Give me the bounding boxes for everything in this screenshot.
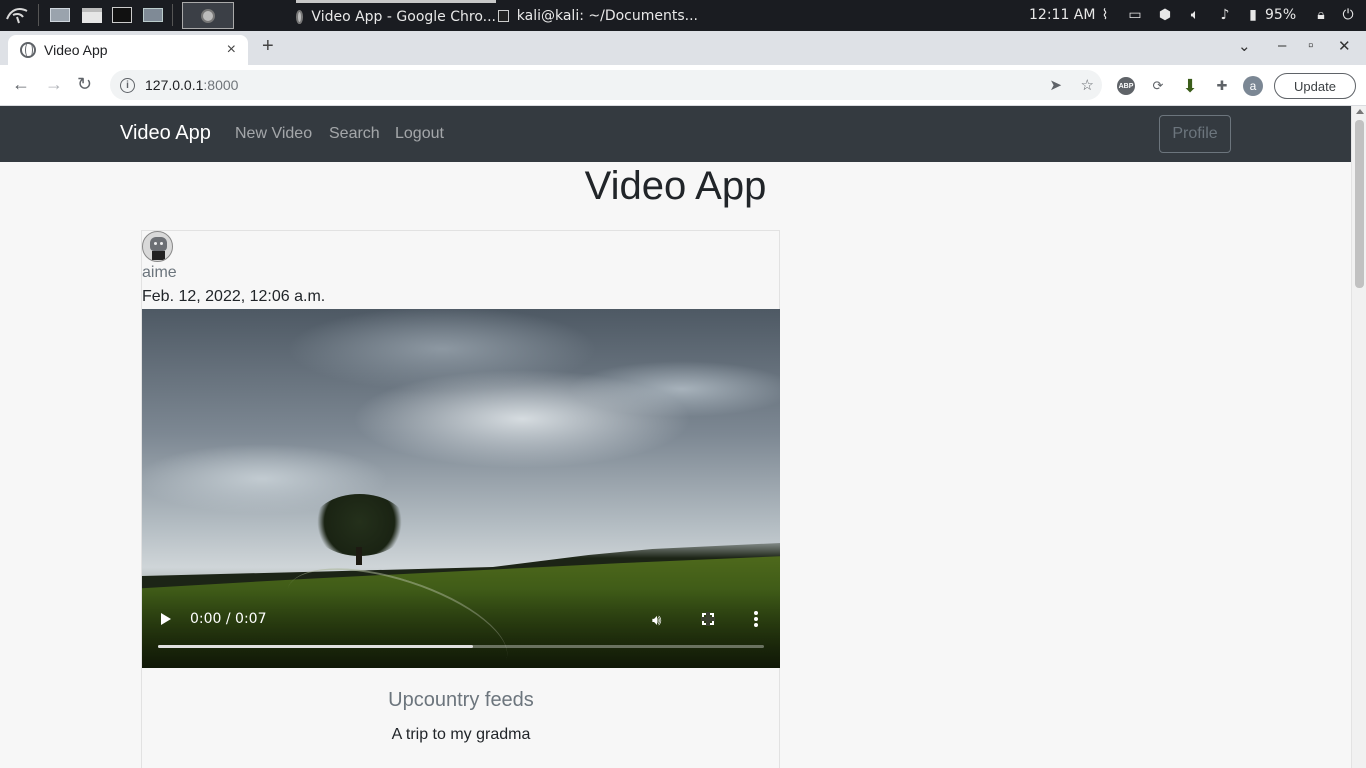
video-description: A trip to my gradma	[391, 726, 531, 743]
scroll-up-icon[interactable]	[1356, 109, 1364, 114]
more-options-icon[interactable]	[754, 611, 758, 629]
os-taskbar: Video App - Google Chro... kali@kali: ~/…	[0, 0, 1366, 31]
taskbar-separator	[172, 4, 173, 26]
nav-link-logout[interactable]: Logout	[395, 125, 444, 143]
forward-icon[interactable]: →	[45, 74, 63, 95]
site-info-icon[interactable]: i	[120, 77, 135, 93]
page-scrollbar[interactable]	[1351, 106, 1366, 768]
video-title: Upcountry feeds	[388, 689, 534, 711]
video-player[interactable]: 0:00 / 0:07 🔊︎	[142, 309, 780, 668]
nav-link-search[interactable]: Search	[329, 125, 380, 143]
video-post-card: aime Feb. 12, 2022, 12:06 a.m. 0:00 / 0:…	[141, 230, 780, 768]
page-title: Video App	[0, 164, 1351, 209]
lock-icon[interactable]: 🔒︎	[1313, 7, 1329, 23]
send-icon[interactable]: ➤	[1049, 76, 1062, 94]
play-icon[interactable]	[161, 613, 171, 625]
sync-extension-icon[interactable]: ⟳	[1148, 76, 1168, 96]
taskbar-item-chrome[interactable]: Video App - Google Chro...	[296, 0, 496, 31]
close-window-icon[interactable]: ✕	[1338, 37, 1351, 55]
page-viewport: Video App New Video Search Logout Profil…	[0, 106, 1351, 768]
url-port: :8000	[203, 77, 239, 93]
show-desktop-icon[interactable]	[48, 4, 72, 26]
workspace-switcher[interactable]	[182, 2, 234, 29]
post-username[interactable]: aime	[142, 264, 177, 282]
scrollbar-thumb[interactable]	[1355, 120, 1364, 288]
tab-title: Video App	[44, 42, 108, 58]
kali-menu-icon[interactable]	[4, 4, 30, 26]
address-bar[interactable]: i 127.0.0.1:8000 ➤ ☆	[110, 70, 1102, 100]
browser-tab-strip: Video App × + ⌄ – ▫ ✕	[0, 31, 1366, 65]
navbar-brand[interactable]: Video App	[120, 122, 211, 145]
nav-link-new-video[interactable]: New Video	[235, 125, 312, 143]
video-time: 0:00 / 0:07	[190, 611, 267, 627]
notification-bell-icon[interactable]: ♪	[1217, 7, 1233, 23]
reload-icon[interactable]: ↻	[77, 74, 92, 95]
paperclip-icon[interactable]: ⌇	[1097, 7, 1113, 23]
chrome-icon	[201, 8, 215, 23]
restore-icon[interactable]: ▫	[1308, 37, 1313, 54]
user-avatar[interactable]	[142, 231, 173, 262]
close-tab-icon[interactable]: ×	[227, 41, 236, 59]
update-button[interactable]: Update	[1274, 73, 1356, 99]
extensions-puzzle-icon[interactable]: ✚	[1212, 76, 1232, 96]
battery-icon[interactable]: ▮	[1245, 7, 1261, 23]
tab-search-icon[interactable]: ⌄	[1238, 37, 1251, 55]
back-icon[interactable]: ←	[12, 74, 30, 95]
globe-icon	[20, 42, 36, 58]
bookmark-star-icon[interactable]: ☆	[1081, 76, 1094, 94]
terminal-icon	[498, 9, 509, 22]
page-title-text: Video App	[584, 164, 767, 208]
package-icon[interactable]: ⬢	[1157, 7, 1173, 23]
taskbar-item-label: kali@kali: ~/Documents...	[516, 7, 698, 24]
video-progress-bar[interactable]	[158, 645, 764, 648]
volume-icon[interactable]: 🔈︎	[1187, 7, 1203, 23]
taskbar-item-label: Video App - Google Chro...	[311, 9, 496, 25]
volume-icon[interactable]: 🔊︎	[652, 611, 661, 629]
file-manager-icon[interactable]	[80, 4, 104, 26]
adblock-icon[interactable]: ABP	[1117, 77, 1135, 95]
battery-percent: 95%	[1265, 7, 1297, 23]
post-date: Feb. 12, 2022, 12:06 a.m.	[142, 288, 326, 305]
browser-toolbar: ← → ↻ i 127.0.0.1:8000 ➤ ☆ ABP ⟳ ⬇ ✚ a U…	[0, 65, 1366, 106]
workspace-icon[interactable]	[140, 4, 166, 26]
browser-tab[interactable]: Video App ×	[8, 35, 248, 65]
taskbar-separator	[38, 4, 39, 26]
taskbar-item-terminal[interactable]: kali@kali: ~/Documents...	[498, 0, 698, 31]
new-tab-button[interactable]: +	[262, 35, 274, 58]
video-buffered-fill	[158, 645, 474, 648]
power-icon[interactable]: ⏻	[1340, 7, 1356, 23]
app-navbar: Video App New Video Search Logout Profil…	[0, 106, 1351, 162]
url-host: 127.0.0.1	[145, 77, 204, 93]
terminal-icon[interactable]	[110, 4, 134, 26]
download-extension-icon[interactable]: ⬇	[1180, 76, 1200, 96]
clock[interactable]: 12:11 AM	[1029, 7, 1095, 23]
fullscreen-icon[interactable]	[701, 612, 715, 626]
profile-avatar-icon[interactable]: a	[1243, 76, 1263, 96]
robot-avatar-icon	[150, 237, 167, 251]
minimize-icon[interactable]: –	[1278, 37, 1286, 54]
chrome-icon	[296, 10, 304, 24]
profile-button[interactable]: Profile	[1159, 115, 1231, 153]
display-icon[interactable]: ▭	[1127, 7, 1143, 23]
